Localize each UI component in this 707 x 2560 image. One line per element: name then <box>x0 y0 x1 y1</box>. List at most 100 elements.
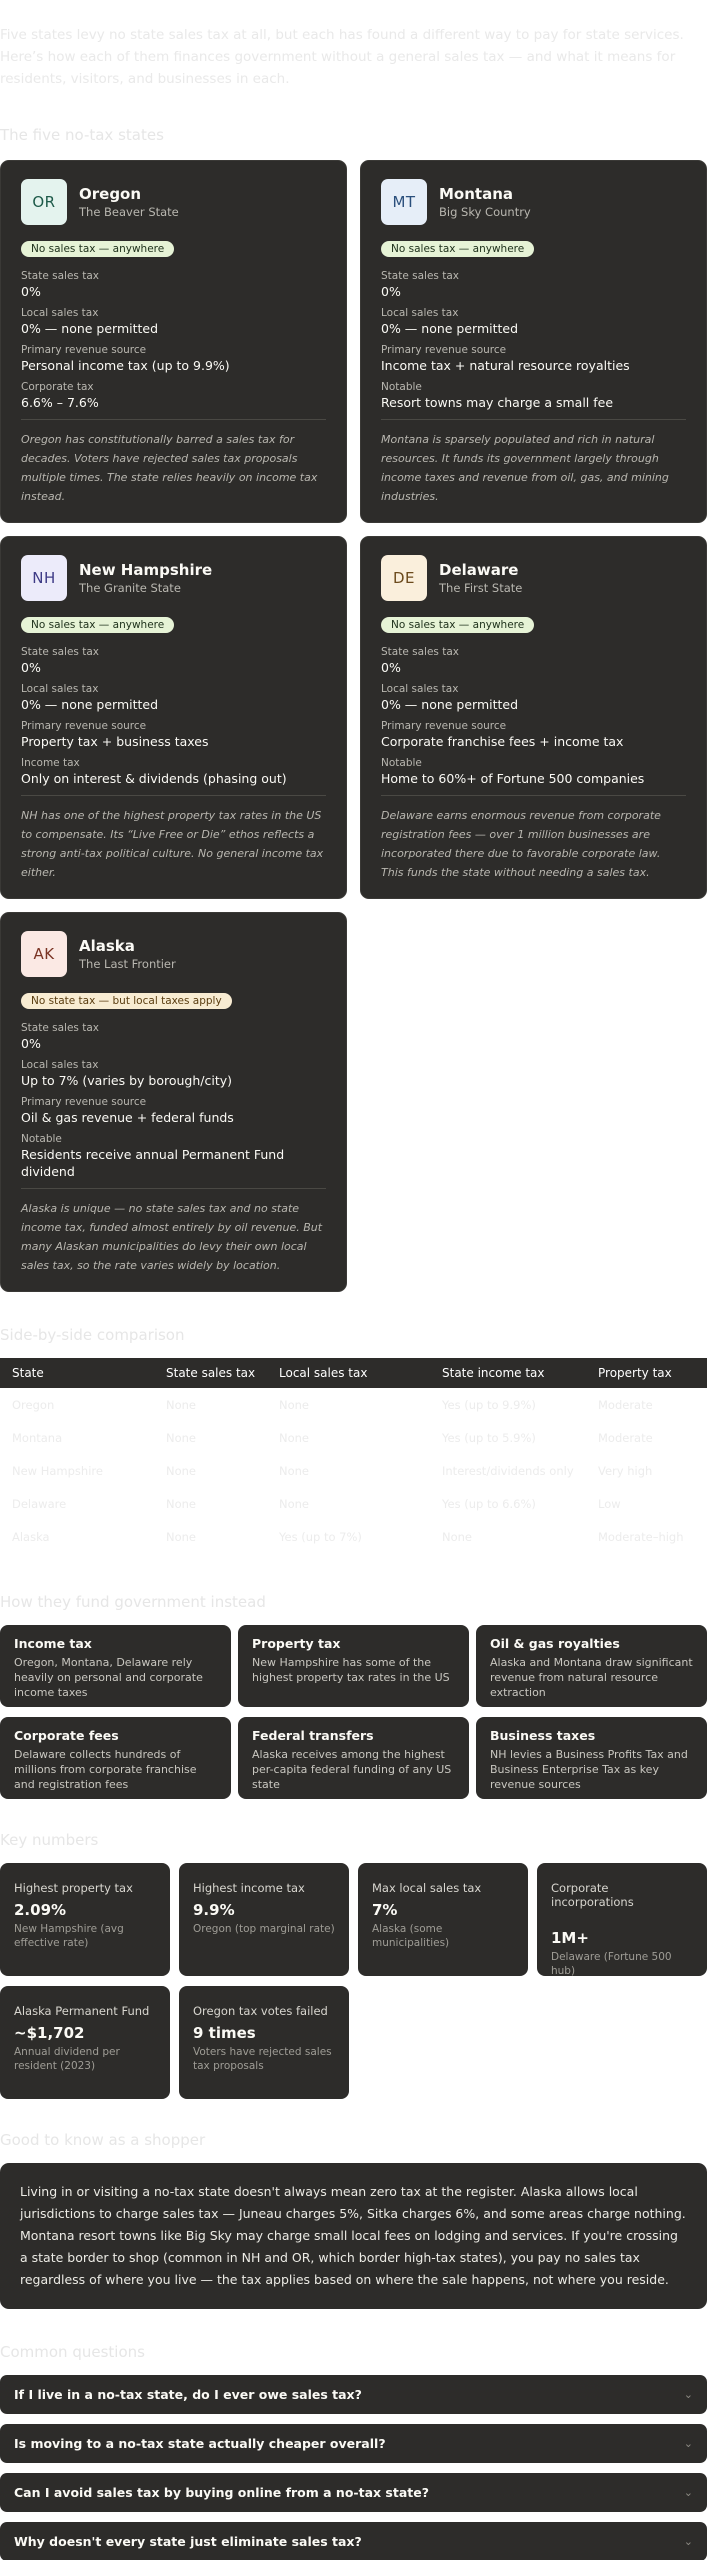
state-abbr-icon: NH <box>21 555 67 601</box>
faq-question: If I live in a no-tax state, do I ever o… <box>14 2387 362 2402</box>
table-cell: None <box>166 1397 197 1412</box>
revenue-tile: Property tax New Hampshire has some of th… <box>238 1625 469 1707</box>
faq-item[interactable]: Is moving to a no-tax state actually che… <box>0 2424 707 2463</box>
divider <box>21 1188 326 1189</box>
state-name: Alaska <box>79 937 135 955</box>
state-note: Montana is sparsely populated and rich i… <box>381 433 669 503</box>
tile-description: Alaska receives among the highest per-ca… <box>252 1748 452 1791</box>
faq-item[interactable]: Why doesn't every state just eliminate s… <box>0 2522 707 2560</box>
stat-card: Corporate incorporations 1M+ Delaware (For… <box>537 1863 707 1977</box>
table-cell: None <box>166 1430 197 1445</box>
stat-sub: Delaware (Fortune 500 hub) <box>551 1951 672 1977</box>
revenue-tile: Corporate fees Delaware collects hundreds… <box>0 1717 231 1799</box>
stat-label: Highest property tax <box>14 1881 133 1895</box>
stat-label: Alaska Permanent Fund <box>14 2004 150 2018</box>
chevron-down-icon: ⌄ <box>683 2388 693 2401</box>
faq-question: Is moving to a no-tax state actually che… <box>14 2436 386 2451</box>
table-cell: None <box>279 1496 310 1511</box>
field-label: Notable <box>21 1133 62 1145</box>
state-card: AK Alaska The Last Frontier No state tax — … <box>0 912 347 1292</box>
status-badge: No sales tax — anywhere <box>21 617 175 633</box>
header-state-sales-tax: State sales tax <box>166 1366 256 1380</box>
state-name: Delaware <box>439 561 519 579</box>
field-label: Local sales tax <box>21 683 99 695</box>
state-field: Primary revenue source Oil & gas revenue … <box>21 1095 326 1126</box>
field-value: 0% <box>21 660 41 675</box>
field-value: Personal income tax (up to 9.9%) <box>21 358 230 373</box>
field-value: Property tax + business taxes <box>21 734 209 749</box>
table-cell: Oregon <box>12 1397 55 1412</box>
divider <box>381 419 686 420</box>
field-label: Local sales tax <box>381 307 459 319</box>
stat-value: 9 times <box>193 2024 256 2042</box>
stat-label: Corporate incorporations <box>551 1881 634 1909</box>
tile-title: Property tax <box>252 1636 341 1651</box>
table-cell: Very high <box>598 1463 653 1478</box>
state-card: DE Delaware The First State No sales tax — … <box>360 536 707 899</box>
revenue-tile: Business taxes NH levies a Business Profi… <box>476 1717 707 1799</box>
notice-title: Good to know as a shopper <box>0 2131 206 2149</box>
state-abbr-icon: OR <box>21 179 67 225</box>
field-value: 0% — none permitted <box>381 697 519 712</box>
revenue-tile: Oil & gas royalties Alaska and Montana dr… <box>476 1625 707 1707</box>
tile-title: Corporate fees <box>14 1728 119 1743</box>
profiles-title: The five no-tax states <box>0 126 164 144</box>
table-cell: Moderate–high <box>598 1529 684 1544</box>
header-state: State <box>12 1366 44 1380</box>
divider <box>21 795 326 796</box>
table-cell: Low <box>598 1496 621 1511</box>
tile-description: Oregon, Montana, Delaware rely heavily o… <box>14 1656 203 1699</box>
field-value: Corporate franchise fees + income tax <box>381 734 624 749</box>
faq-item[interactable]: If I live in a no-tax state, do I ever o… <box>0 2375 707 2414</box>
state-field: Primary revenue source Income tax + natur… <box>381 343 686 374</box>
stat-card: Alaska Permanent Fund ~$1,702 Annual divid… <box>0 1986 170 2099</box>
field-value: 0% <box>381 284 401 299</box>
stat-sub: New Hampshire (avg effective rate) <box>14 1923 124 1949</box>
table-cell: Yes (up to 6.6%) <box>442 1496 536 1511</box>
faq-item[interactable]: Can I avoid sales tax by buying online f… <box>0 2473 707 2512</box>
table-cell: None <box>279 1397 310 1412</box>
field-value: Up to 7% (varies by borough/city) <box>21 1073 233 1088</box>
field-label: Local sales tax <box>21 307 99 319</box>
state-field: Primary revenue source Property tax + bus… <box>21 719 326 750</box>
state-field: State sales tax 0% <box>21 269 326 300</box>
table-cell: None <box>166 1529 197 1544</box>
state-header: NH New Hampshire The Granite State <box>21 555 326 601</box>
table-cell: Yes (up to 7%) <box>279 1529 362 1544</box>
state-note: Oregon has constitutionally barred a sal… <box>21 433 318 503</box>
field-value: 0% <box>21 284 41 299</box>
state-header: DE Delaware The First State <box>381 555 686 601</box>
comparison-table: State State sales tax Local sales tax St… <box>0 1358 707 1553</box>
field-value: Resort towns may charge a small fee <box>381 395 614 410</box>
state-nickname: The Granite State <box>79 581 181 595</box>
faq-question: Can I avoid sales tax by buying online f… <box>14 2485 429 2500</box>
table-cell: None <box>442 1529 473 1544</box>
state-field: Local sales tax 0% — none permitted <box>381 306 686 337</box>
stat-sub: Oregon (top marginal rate) <box>193 1923 335 1935</box>
table-row: Alaska None Yes (up to 7%) None Moderate–hig… <box>0 1520 707 1553</box>
stat-sub: Voters have rejected sales tax proposals <box>193 2046 332 2072</box>
stat-card: Oregon tax votes failed 9 times Voters hav… <box>179 1986 349 2099</box>
stat-value: ~$1,702 <box>14 2024 85 2042</box>
state-title-block: New Hampshire The Granite State <box>79 561 212 595</box>
revenue-grid: Income tax Oregon, Montana, Delaware rely… <box>0 1625 707 1799</box>
table-cell: None <box>166 1463 197 1478</box>
field-label: Notable <box>381 381 422 393</box>
tile-description: New Hampshire has some of the highest pr… <box>252 1656 450 1684</box>
stat-value: 9.9% <box>193 1901 235 1919</box>
field-label: State sales tax <box>21 1022 99 1034</box>
tile-description: Alaska and Montana draw significant reve… <box>490 1656 693 1699</box>
header-local-sales-tax: Local sales tax <box>279 1366 368 1380</box>
stat-sub: Annual dividend per resident (2023) <box>14 2046 120 2072</box>
tile-title: Income tax <box>14 1636 92 1651</box>
state-header: MT Montana Big Sky Country <box>381 179 686 225</box>
state-field: State sales tax 0% <box>381 645 686 676</box>
field-value: Oil & gas revenue + federal funds <box>21 1110 234 1125</box>
state-abbr-icon: MT <box>381 179 427 225</box>
stat-value: 1M+ <box>551 1929 589 1947</box>
revenue-tile: Federal transfers Alaska receives among t… <box>238 1717 469 1799</box>
state-title-block: Oregon The Beaver State <box>79 185 179 219</box>
state-name: Montana <box>439 185 514 203</box>
state-name: Oregon <box>79 185 142 203</box>
state-abbr-icon: DE <box>381 555 427 601</box>
